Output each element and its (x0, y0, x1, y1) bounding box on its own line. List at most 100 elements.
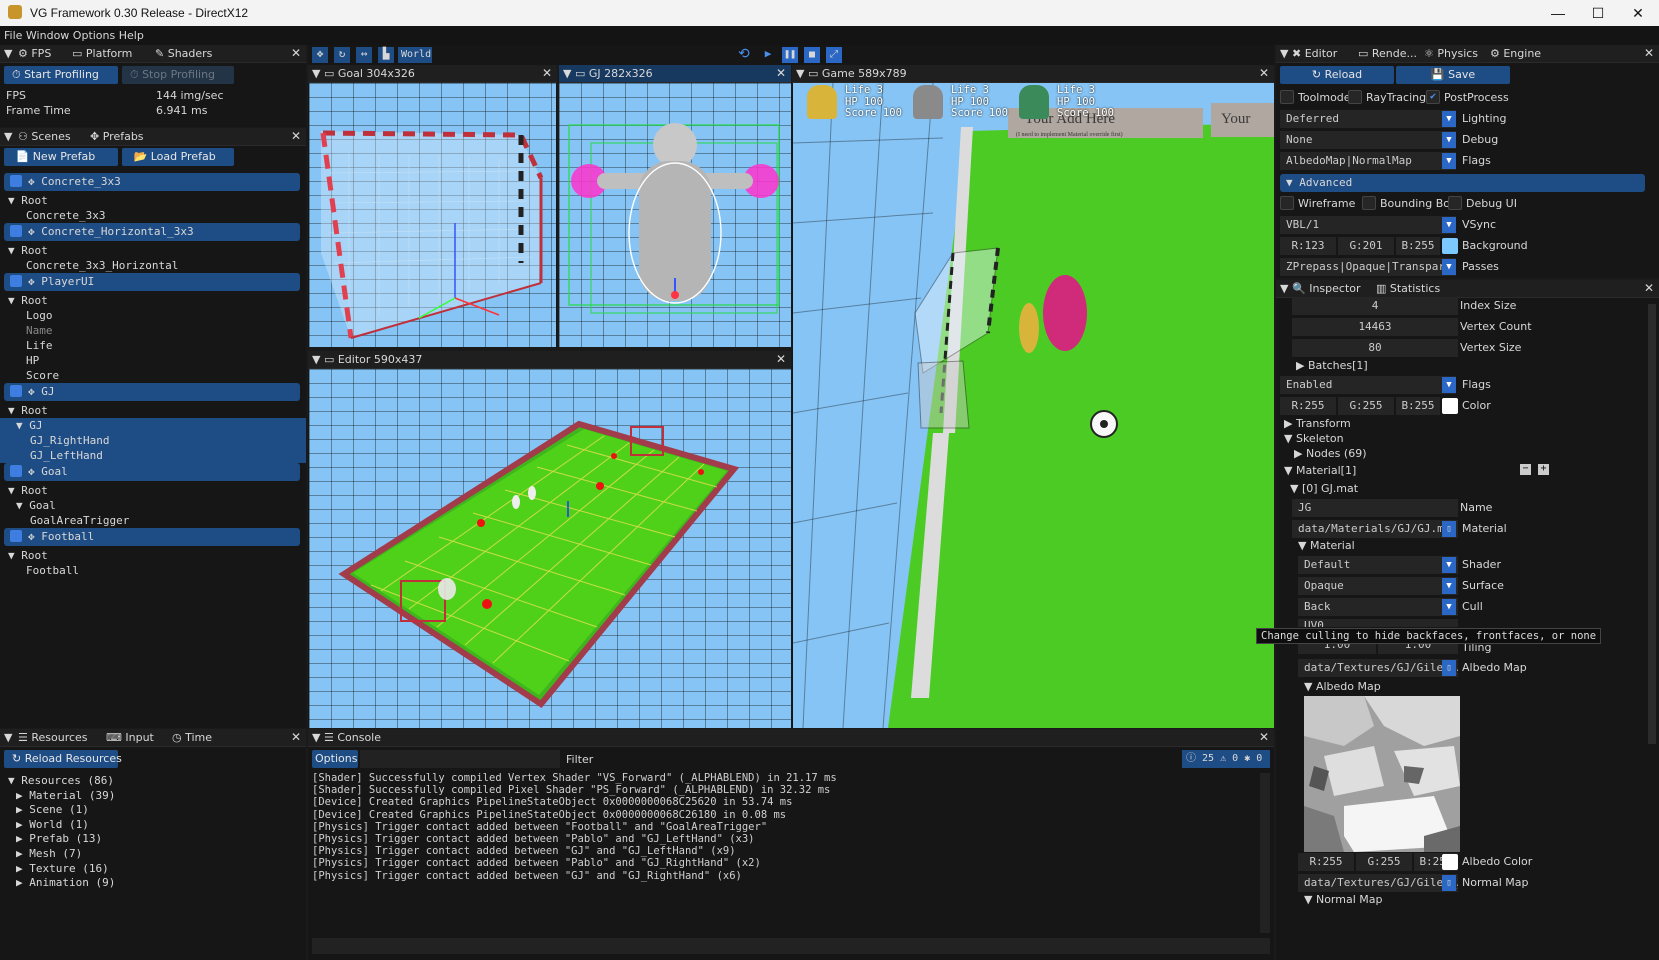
background-color-swatch[interactable] (1442, 238, 1458, 254)
add-material-icon[interactable]: + (1538, 464, 1549, 475)
game-view-tab[interactable]: ▼ ▭ Game 589x789 ✕ (792, 65, 1274, 83)
tree-item[interactable]: Football (0, 563, 306, 578)
scene-header[interactable]: ✥ Goal (4, 463, 300, 481)
game-viewport[interactable]: Your Add Here (I need to implement Mater… (793, 83, 1274, 728)
file-icon[interactable]: ▯ (1442, 875, 1456, 891)
albedo-r-field[interactable]: R:255 (1298, 853, 1354, 871)
bg-r-field[interactable]: R:123 (1280, 237, 1336, 255)
tree-item[interactable]: Name (0, 323, 306, 338)
scene-checkbox[interactable] (10, 530, 22, 542)
debug-select[interactable]: None (1280, 131, 1456, 149)
close-icon[interactable]: ✕ (776, 352, 786, 366)
panel-menu-icon[interactable]: ▼ (4, 130, 12, 143)
stop-profiling-button[interactable]: ⏱ Stop Profiling (122, 66, 234, 84)
material-sub-tree-item[interactable]: ▼ Material (1298, 539, 1355, 552)
close-icon[interactable]: ✕ (542, 66, 552, 80)
tree-item[interactable]: ▼ Goal (0, 498, 306, 513)
chevron-down-icon[interactable]: ▼ (1442, 132, 1456, 148)
tree-root[interactable]: ▼ Root (0, 293, 306, 308)
scale-tool-icon[interactable]: ↔ (356, 47, 372, 63)
chevron-down-icon[interactable]: ▼ (1442, 557, 1456, 573)
tab-scenes[interactable]: ⚇ Scenes (18, 130, 71, 143)
surface-select[interactable]: Opaque (1298, 577, 1458, 595)
scene-header[interactable]: ✥ Football (4, 528, 300, 546)
flags-select[interactable]: AlbedoMap|NormalMap (1280, 152, 1456, 170)
tab-prefabs[interactable]: ✥ Prefabs (90, 130, 144, 143)
scene-header[interactable]: ✥ GJ (4, 383, 300, 401)
inspector-flags-select[interactable]: Enabled (1280, 376, 1456, 394)
editor-view-tab[interactable]: ▼ ▭ Editor 590x437 ✕ (308, 351, 791, 369)
tab-inspector[interactable]: 🔍 Inspector (1292, 282, 1361, 295)
tab-statistics[interactable]: ▥ Statistics (1376, 282, 1440, 295)
restart-icon[interactable]: ⟲ (738, 46, 750, 62)
file-icon[interactable]: ▯ (1442, 521, 1456, 537)
reload-button[interactable]: ↻ Reload (1280, 66, 1394, 84)
stop-icon[interactable]: ■ (804, 47, 820, 63)
lighting-select[interactable]: Deferred (1280, 110, 1456, 128)
tree-item[interactable]: GJ_RightHand (0, 433, 306, 448)
panel-menu-icon[interactable]: ▼ (4, 47, 12, 60)
warning-icon[interactable]: ⚠ (1220, 753, 1226, 764)
tree-root[interactable]: ▼ Root (0, 403, 306, 418)
color-g-field[interactable]: G:255 (1338, 397, 1394, 415)
tab-fps[interactable]: ⚙ FPS (18, 47, 51, 60)
close-icon[interactable]: ✕ (291, 129, 301, 143)
chevron-down-icon[interactable]: ▼ (1442, 111, 1456, 127)
editor-viewport[interactable] (309, 369, 791, 728)
tab-renderer[interactable]: ▭ Rende... (1358, 47, 1417, 60)
debugui-checkbox[interactable] (1448, 196, 1462, 210)
scene-checkbox[interactable] (10, 275, 22, 287)
bg-b-field[interactable]: B:255 (1396, 237, 1440, 255)
chevron-down-icon[interactable]: ▼ (1442, 377, 1456, 393)
console-options-button[interactable]: Options (312, 750, 358, 768)
close-icon[interactable]: ✕ (1259, 66, 1269, 80)
reload-resources-button[interactable]: ↻ Reload Resources (4, 750, 122, 768)
material-list-tree-item[interactable]: ▼ Material[1] (1284, 464, 1356, 477)
close-button[interactable]: ✕ (1618, 2, 1658, 24)
resource-item[interactable]: ▶ World (1) (0, 817, 306, 832)
resource-item[interactable]: ▶ Prefab (13) (0, 831, 306, 846)
play-icon[interactable]: ▶ (760, 47, 776, 63)
move-tool-icon[interactable]: ✥ (312, 47, 328, 63)
panel-menu-icon[interactable]: ▼ (1280, 47, 1288, 60)
close-icon[interactable]: ✕ (776, 66, 786, 80)
scene-checkbox[interactable] (10, 385, 22, 397)
resource-item[interactable]: ▶ Mesh (7) (0, 846, 306, 861)
resource-item[interactable]: ▶ Material (39) (0, 788, 306, 803)
color-swatch[interactable] (1442, 398, 1458, 414)
start-profiling-button[interactable]: ⏱ Start Profiling (4, 66, 118, 84)
inspector-scrollbar[interactable] (1648, 304, 1656, 744)
skeleton-tree-item[interactable]: ▼ Skeleton (1284, 432, 1344, 445)
chevron-down-icon[interactable]: ▼ (1442, 153, 1456, 169)
tree-item[interactable]: Life (0, 338, 306, 353)
uv-source-select[interactable]: UV0 (1298, 619, 1458, 627)
resource-item[interactable]: ▶ Texture (16) (0, 861, 306, 876)
scene-header[interactable]: ✥ Concrete_Horizontal_3x3 (4, 223, 300, 241)
tree-item[interactable]: Score (0, 368, 306, 383)
tree-root[interactable]: ▼ Root (0, 193, 306, 208)
tab-editor[interactable]: ✖ Editor (1292, 47, 1337, 60)
tab-engine[interactable]: ⚙ Engine (1490, 47, 1541, 60)
scene-checkbox[interactable] (10, 225, 22, 237)
console-filter-input[interactable] (360, 750, 560, 768)
save-button[interactable]: 💾 Save (1396, 66, 1510, 84)
snap-tool-icon[interactable]: ▙ (378, 47, 394, 63)
panel-menu-icon[interactable]: ▼ (1280, 282, 1288, 295)
material-path-field[interactable]: data/Materials/GJ/GJ.mat (1292, 520, 1458, 538)
fullscreen-icon[interactable]: ⤢ (826, 47, 842, 63)
pause-icon[interactable]: ❚❚ (782, 47, 798, 63)
tab-physics[interactable]: ⚛ Physics (1424, 47, 1478, 60)
file-icon[interactable]: ▯ (1442, 660, 1456, 676)
tree-item[interactable]: GJ_LeftHand (0, 448, 306, 463)
tree-item[interactable]: ▼ GJ (0, 418, 306, 433)
close-icon[interactable]: ✕ (291, 730, 301, 744)
batches-tree-item[interactable]: ▶ Batches[1] (1296, 359, 1368, 372)
load-prefab-button[interactable]: 📂 Load Prefab (122, 148, 234, 166)
tab-resources[interactable]: ☰ Resources (18, 731, 88, 744)
menu-window[interactable]: Window (26, 29, 69, 42)
close-icon[interactable]: ✕ (1644, 281, 1654, 295)
gj-view-tab[interactable]: ▼ ▭ GJ 282x326 ✕ (559, 65, 791, 83)
bbox-checkbox[interactable] (1362, 196, 1376, 210)
scene-checkbox[interactable] (10, 175, 22, 187)
chevron-down-icon[interactable]: ▼ (1442, 599, 1456, 615)
